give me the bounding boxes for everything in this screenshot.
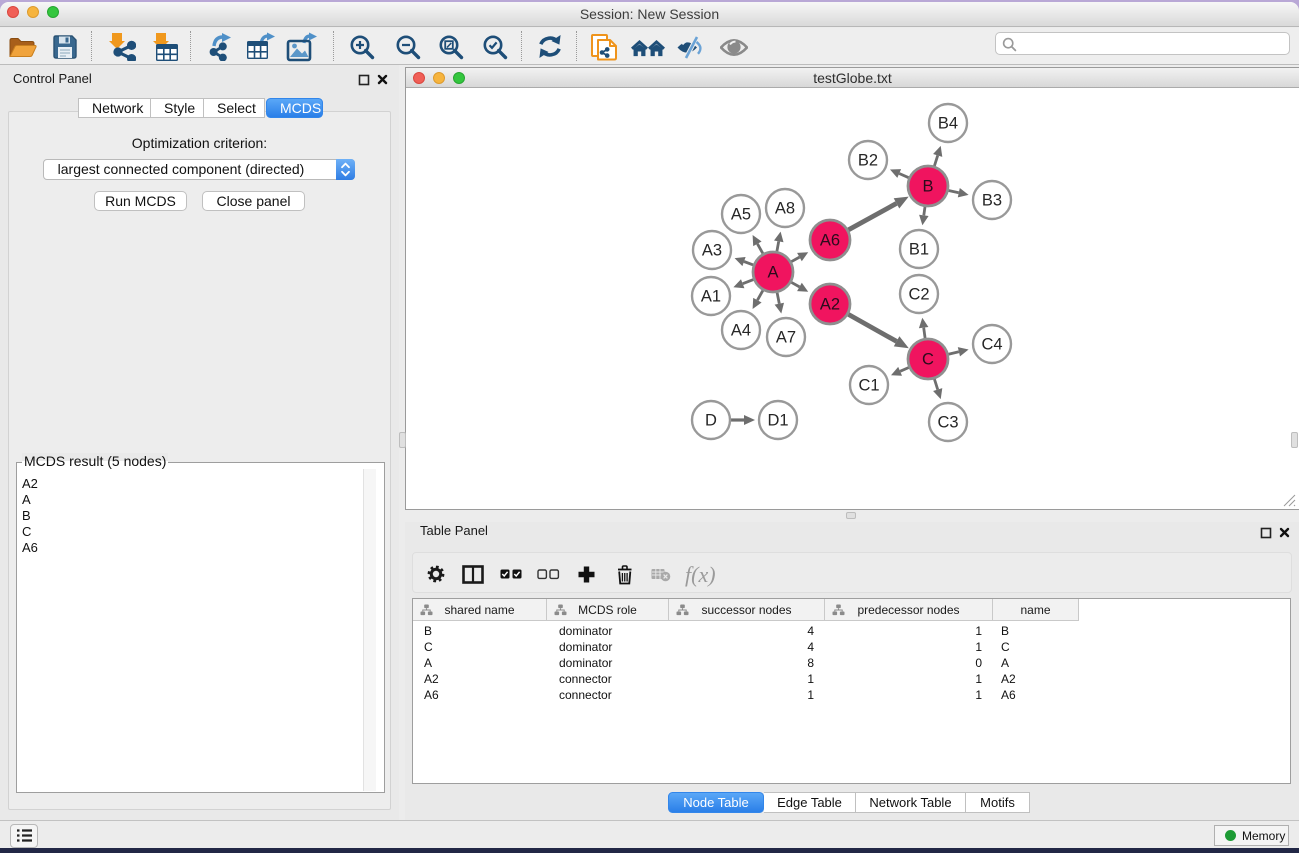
svg-text:A1: A1 bbox=[701, 288, 721, 306]
svg-text:D: D bbox=[705, 412, 717, 430]
svg-text:A5: A5 bbox=[731, 206, 751, 224]
svg-text:B: B bbox=[922, 178, 933, 196]
svg-text:A: A bbox=[767, 264, 778, 282]
svg-text:B2: B2 bbox=[858, 152, 878, 170]
svg-text:B3: B3 bbox=[982, 192, 1002, 210]
svg-text:D1: D1 bbox=[767, 412, 788, 430]
svg-text:C1: C1 bbox=[858, 377, 879, 395]
svg-text:A7: A7 bbox=[776, 329, 796, 347]
svg-text:A3: A3 bbox=[702, 242, 722, 260]
svg-text:C4: C4 bbox=[981, 336, 1002, 354]
svg-text:B4: B4 bbox=[938, 115, 958, 133]
svg-text:A4: A4 bbox=[731, 322, 751, 340]
svg-text:A6: A6 bbox=[820, 232, 840, 250]
svg-text:B1: B1 bbox=[909, 241, 929, 259]
svg-text:C3: C3 bbox=[937, 414, 958, 432]
svg-text:C: C bbox=[922, 351, 934, 369]
svg-text:A2: A2 bbox=[820, 296, 840, 314]
svg-text:C2: C2 bbox=[908, 286, 929, 304]
svg-text:A8: A8 bbox=[775, 200, 795, 218]
